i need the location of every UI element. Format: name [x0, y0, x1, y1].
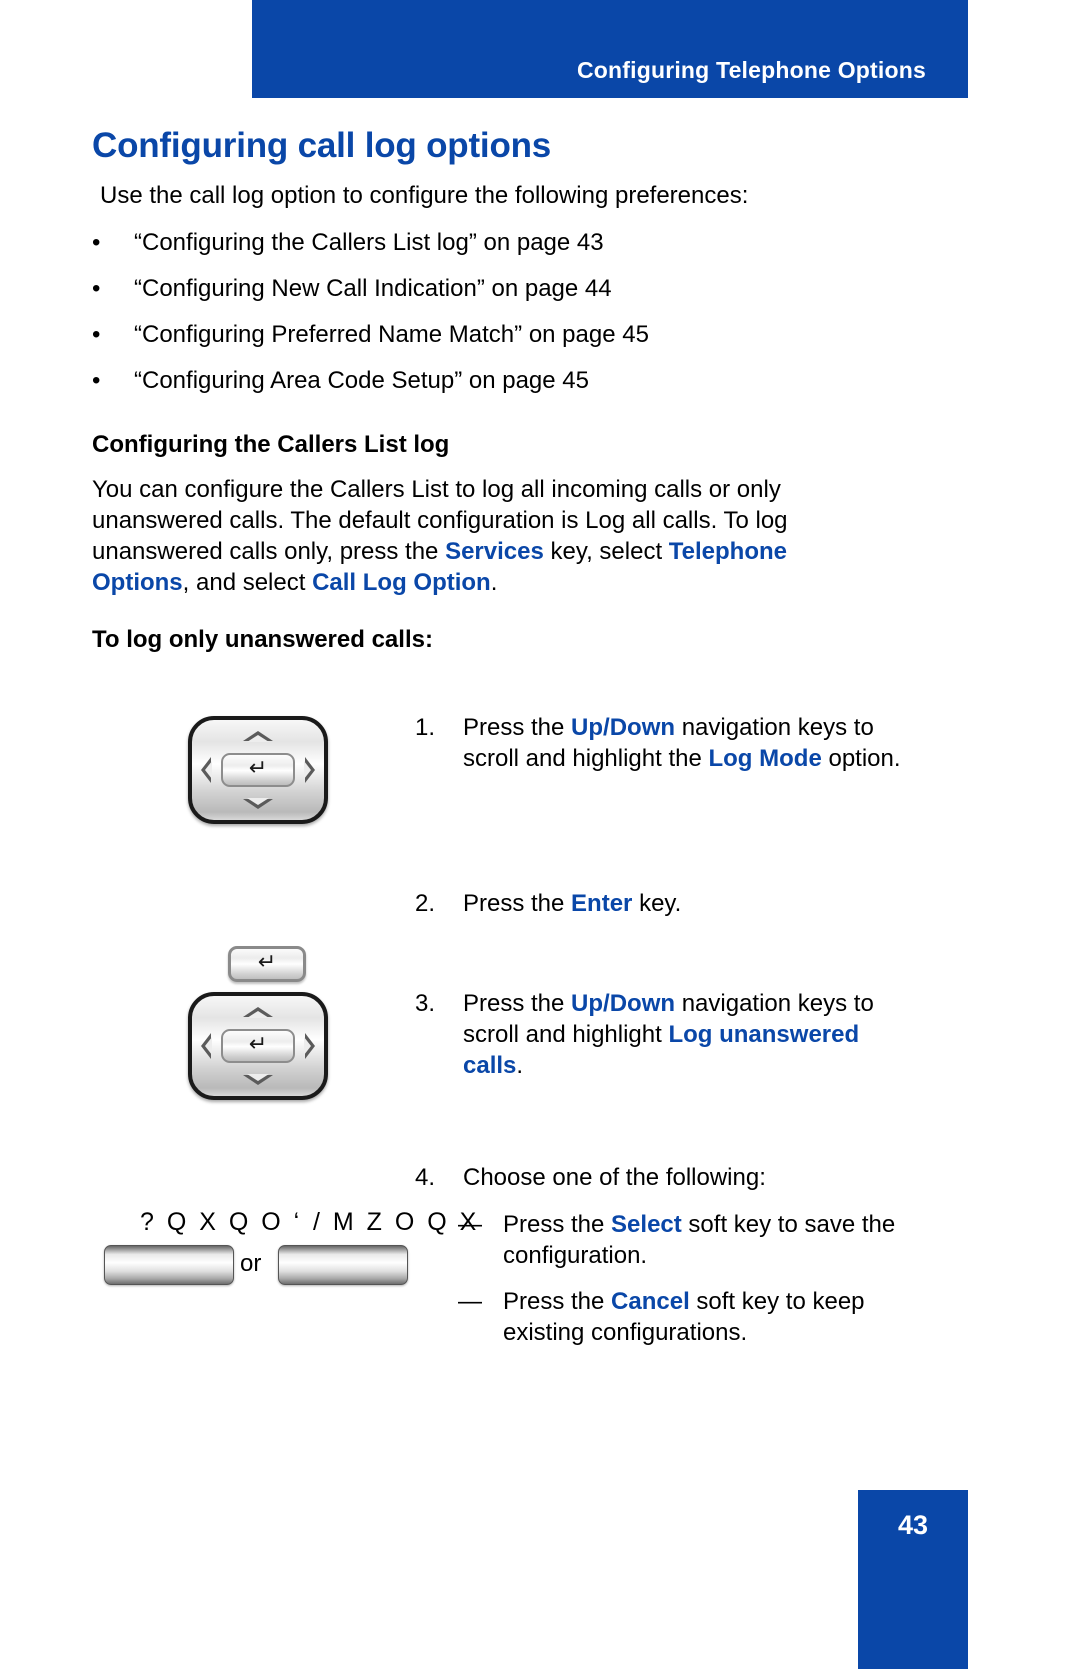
arrow-down-inner-icon: [247, 1074, 269, 1081]
step-number: 4.: [415, 1164, 436, 1191]
enter-arrow-glyph: ↵: [257, 950, 277, 975]
list-item: • “Configuring Preferred Name Match” on …: [92, 320, 912, 366]
or-separator-label: or: [240, 1250, 262, 1277]
step-text-1: Press the: [463, 890, 572, 917]
bullet-icon: •: [92, 367, 101, 394]
enter-key-icon: ↵: [221, 1029, 295, 1063]
header-title: Configuring Telephone Options: [576, 57, 926, 83]
navigation-key-icon: ↵: [188, 992, 328, 1100]
bullet-icon: •: [92, 229, 101, 256]
cross-reference-list: • “Configuring the Callers List log” on …: [92, 228, 912, 412]
soft-key-icon-cancel: [278, 1245, 408, 1285]
bullet-icon: •: [92, 275, 101, 302]
dash-marker: —: [458, 1288, 482, 1315]
enter-key-icon: ↵: [228, 946, 306, 982]
document-page: Configuring Telephone Options Configurin…: [0, 0, 1080, 1669]
substep-text: Press the Cancel soft key to keep existi…: [503, 1286, 943, 1348]
enter-arrow-glyph: ↵: [248, 1032, 268, 1057]
arrow-right-inner-icon: [304, 761, 311, 779]
enter-arrow-glyph: ↵: [248, 756, 268, 781]
step-text-2: key.: [632, 890, 682, 917]
header-bar: Configuring Telephone Options: [252, 0, 968, 98]
page-title: Configuring call log options: [92, 126, 552, 165]
substep-text-1: Press the: [503, 1211, 612, 1238]
step-text: Press the Up/Down navigation keys to scr…: [463, 988, 925, 1081]
emphasis-services: Services: [445, 538, 544, 565]
emphasis-up-down: Up/Down: [571, 990, 676, 1017]
list-item: • “Configuring New Call Indication” on p…: [92, 274, 912, 320]
emphasis-cancel: Cancel: [611, 1288, 690, 1315]
arrow-up-inner-icon: [247, 735, 269, 742]
emphasis-enter: Enter: [571, 890, 633, 917]
list-item-label: “Configuring the Callers List log” on pa…: [134, 229, 604, 256]
paragraph-text-2: key, select: [543, 538, 669, 565]
section-paragraph: You can configure the Callers List to lo…: [92, 474, 862, 598]
arrow-down-inner-icon: [247, 798, 269, 805]
arrow-left-inner-icon: [205, 1037, 212, 1055]
step-text-3: option.: [821, 745, 901, 772]
procedure-heading: To log only unanswered calls:: [92, 626, 433, 653]
emphasis-up-down: Up/Down: [571, 714, 676, 741]
step-text: Press the Enter key.: [463, 888, 681, 919]
paragraph-text-3: , and select: [182, 569, 313, 596]
substep-text-1: Press the: [503, 1288, 612, 1315]
emphasis-select: Select: [611, 1211, 682, 1238]
substep-item: — Press the Select soft key to save the …: [458, 1209, 943, 1271]
arrow-right-inner-icon: [304, 1037, 311, 1055]
step-item: 3. Press the Up/Down navigation keys to …: [415, 988, 925, 1081]
step-number: 3.: [415, 990, 436, 1017]
softkey-label-select: ? Q X Q O ‘: [140, 1208, 303, 1236]
step-text-1: Press the: [463, 990, 572, 1017]
step-item: 4. Choose one of the following:: [415, 1162, 935, 1193]
list-item-label: “Configuring Preferred Name Match” on pa…: [134, 321, 649, 348]
enter-key-icon: ↵: [221, 753, 295, 787]
dash-marker: —: [458, 1211, 482, 1238]
paragraph-text-4: .: [490, 569, 498, 596]
section-heading: Configuring the Callers List log: [92, 431, 450, 458]
navigation-key-icon: ↵: [188, 716, 328, 824]
step-item: 2. Press the Enter key.: [415, 888, 935, 919]
step-text: Press the Up/Down navigation keys to scr…: [463, 712, 935, 774]
step-text-1: Press the: [463, 714, 572, 741]
footer-page-block: 43: [858, 1490, 968, 1669]
step-number: 1.: [415, 714, 436, 741]
step-number: 2.: [415, 890, 436, 917]
step-item: 1. Press the Up/Down navigation keys to …: [415, 712, 935, 774]
list-item: • “Configuring the Callers List log” on …: [92, 228, 912, 274]
substep-item: — Press the Cancel soft key to keep exis…: [458, 1286, 943, 1348]
step-text-3: .: [516, 1052, 524, 1079]
emphasis-call-log-option: Call Log Option: [312, 569, 491, 596]
softkey-label-cancel: / M Z O Q X: [313, 1208, 480, 1236]
arrow-up-inner-icon: [247, 1011, 269, 1018]
substep-text: Press the Select soft key to save the co…: [503, 1209, 943, 1271]
step-text: Choose one of the following:: [463, 1164, 766, 1191]
arrow-left-inner-icon: [205, 761, 212, 779]
list-item-label: “Configuring Area Code Setup” on page 45: [134, 367, 589, 394]
intro-text: Use the call log option to configure the…: [100, 182, 749, 209]
list-item: • “Configuring Area Code Setup” on page …: [92, 366, 912, 412]
page-number: 43: [897, 1510, 929, 1540]
bullet-icon: •: [92, 321, 101, 348]
soft-key-icon-select: [104, 1245, 234, 1285]
list-item-label: “Configuring New Call Indication” on pag…: [134, 275, 612, 302]
emphasis-log-mode: Log Mode: [708, 745, 822, 772]
